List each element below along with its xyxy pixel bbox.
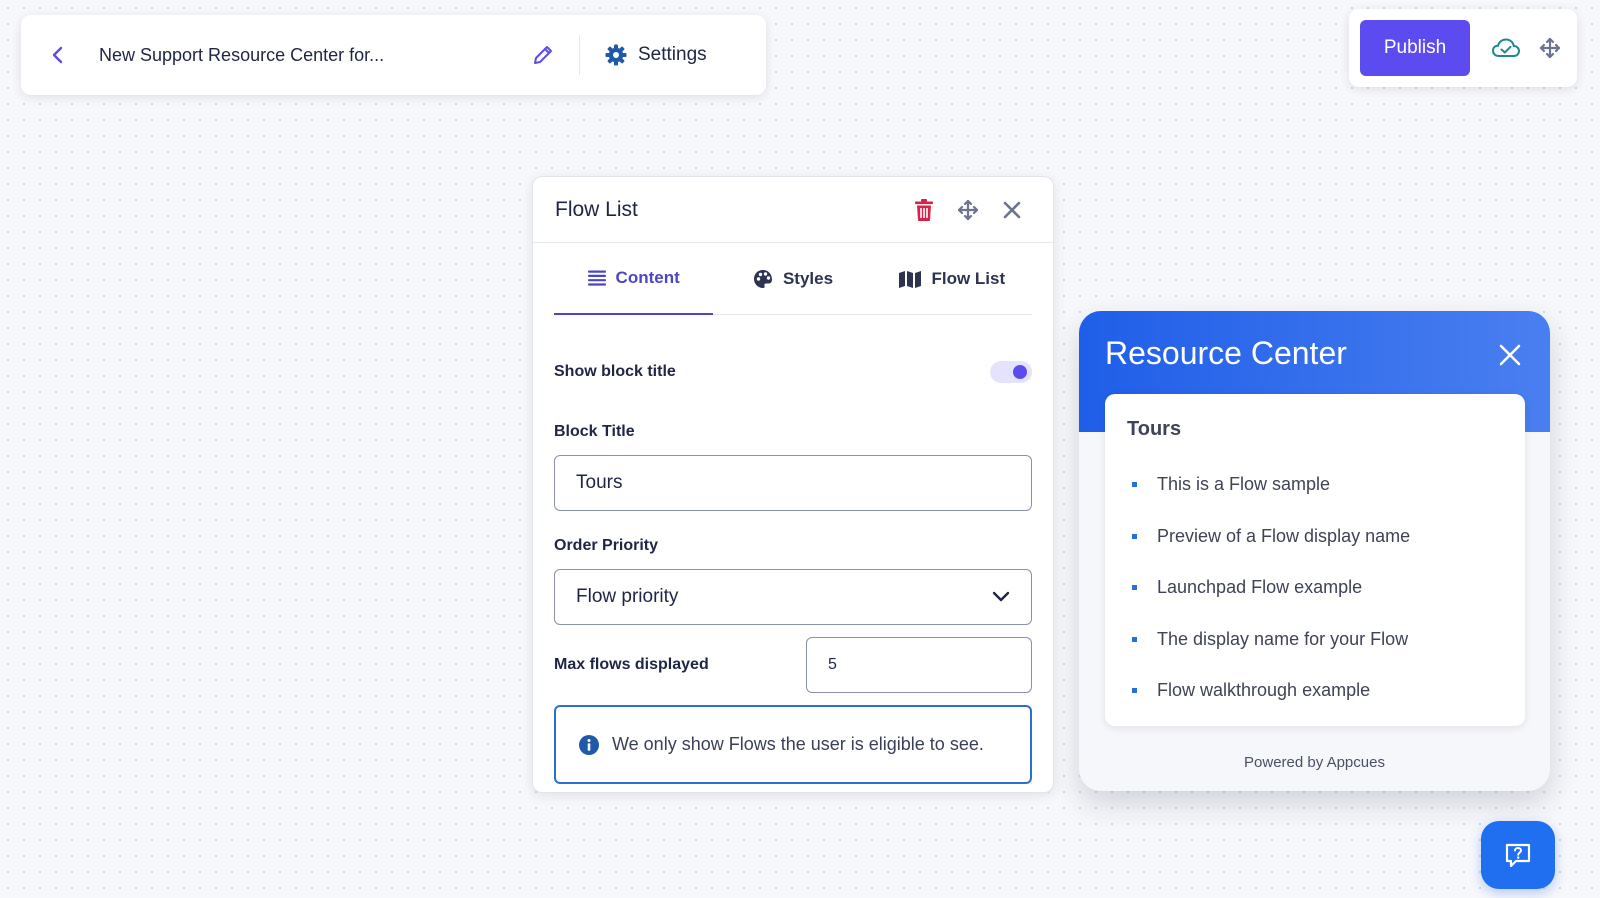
move-toolbar-handle[interactable]	[1528, 26, 1572, 70]
tours-card: Tours This is a Flow sample Preview of a…	[1105, 394, 1525, 726]
editor-topbar: New Support Resource Center for... Setti…	[21, 15, 766, 95]
gear-icon	[605, 44, 627, 66]
max-flows-input[interactable]	[806, 637, 1032, 693]
help-launcher-button[interactable]	[1481, 821, 1555, 889]
move-block-handle[interactable]	[949, 191, 987, 229]
document-title: New Support Resource Center for...	[99, 44, 385, 65]
list-item[interactable]: Flow walkthrough example	[1127, 665, 1503, 717]
map-icon	[899, 270, 922, 288]
bullet	[1132, 482, 1137, 488]
info-text: We only show Flows the user is eligible …	[612, 734, 984, 754]
show-block-title-toggle[interactable]	[990, 361, 1032, 383]
resource-center-widget: Resource Center Tours This is a Flow sam…	[1079, 311, 1550, 791]
show-block-title-row: Show block title	[554, 361, 1032, 383]
trash-icon	[915, 198, 933, 221]
delete-block-button[interactable]	[905, 191, 943, 229]
list-item-label: Preview of a Flow display name	[1157, 525, 1411, 546]
block-title-input[interactable]	[554, 455, 1032, 511]
list-item[interactable]: Launchpad Flow example	[1127, 562, 1503, 614]
bullet	[1132, 533, 1137, 539]
bullet	[1132, 636, 1137, 642]
toolbar-divider	[579, 35, 580, 75]
tab-styles-label: Styles	[782, 268, 834, 288]
block-title-label: Block Title	[554, 423, 635, 440]
tab-content-label: Content	[615, 268, 680, 287]
move-arrows-icon	[957, 199, 979, 220]
publish-toolbar: Publish	[1349, 9, 1577, 87]
publish-button[interactable]: Publish	[1360, 20, 1470, 76]
flow-list-panel: Flow List Content Styles Flow List Show …	[532, 176, 1054, 793]
cloud-status-button[interactable]	[1484, 26, 1528, 70]
info-icon	[579, 734, 599, 755]
tours-section-title: Tours	[1127, 418, 1182, 440]
edit-title-button[interactable]	[513, 15, 573, 95]
eligibility-info-box: We only show Flows the user is eligible …	[554, 705, 1032, 784]
tab-flow-list[interactable]: Flow List	[873, 243, 1032, 314]
close-panel-button[interactable]	[993, 191, 1031, 229]
max-flows-label: Max flows displayed	[554, 656, 709, 673]
max-flows-row: Max flows displayed	[554, 637, 1032, 693]
help-chat-icon	[1505, 843, 1531, 868]
flow-list: This is a Flow sample Preview of a Flow …	[1127, 459, 1503, 717]
toggle-knob	[1013, 365, 1027, 379]
order-priority-label: Order Priority	[554, 537, 659, 554]
tab-flow-list-label: Flow List	[931, 268, 1006, 288]
cloud-check-icon	[1491, 38, 1521, 57]
list-icon	[587, 270, 606, 286]
tab-styles[interactable]: Styles	[713, 243, 872, 314]
bullet	[1132, 585, 1137, 591]
order-priority-value: Flow priority	[576, 586, 679, 607]
order-priority-select[interactable]: Flow priority	[554, 569, 1032, 625]
list-item-label: The display name for your Flow	[1157, 628, 1409, 649]
bullet	[1132, 688, 1137, 694]
list-item[interactable]: Preview of a Flow display name	[1127, 511, 1503, 563]
list-item-label: Launchpad Flow example	[1157, 577, 1363, 598]
list-item[interactable]: The display name for your Flow	[1127, 614, 1503, 666]
settings-label: Settings	[638, 44, 707, 65]
chevron-left-icon	[52, 46, 63, 64]
resource-center-close-button[interactable]	[1492, 337, 1528, 373]
back-button[interactable]	[29, 15, 87, 95]
panel-tabs: Content Styles Flow List	[554, 243, 1032, 315]
panel-title: Flow List	[555, 197, 638, 221]
close-icon	[1499, 344, 1521, 366]
resource-center-title: Resource Center	[1105, 335, 1347, 371]
show-block-title-label: Show block title	[554, 363, 676, 380]
panel-header: Flow List	[533, 177, 1053, 243]
list-item-label: This is a Flow sample	[1157, 474, 1331, 495]
close-icon	[1003, 201, 1021, 218]
pencil-icon	[534, 46, 552, 64]
move-arrows-icon	[1539, 37, 1561, 59]
chevron-down-icon	[992, 591, 1010, 602]
list-item-label: Flow walkthrough example	[1157, 680, 1371, 701]
palette-icon	[753, 269, 772, 288]
settings-button[interactable]: Settings	[594, 35, 717, 75]
tab-content[interactable]: Content	[554, 243, 714, 315]
list-item[interactable]: This is a Flow sample	[1127, 459, 1503, 511]
powered-by-text: Powered by Appcues	[1244, 754, 1385, 771]
